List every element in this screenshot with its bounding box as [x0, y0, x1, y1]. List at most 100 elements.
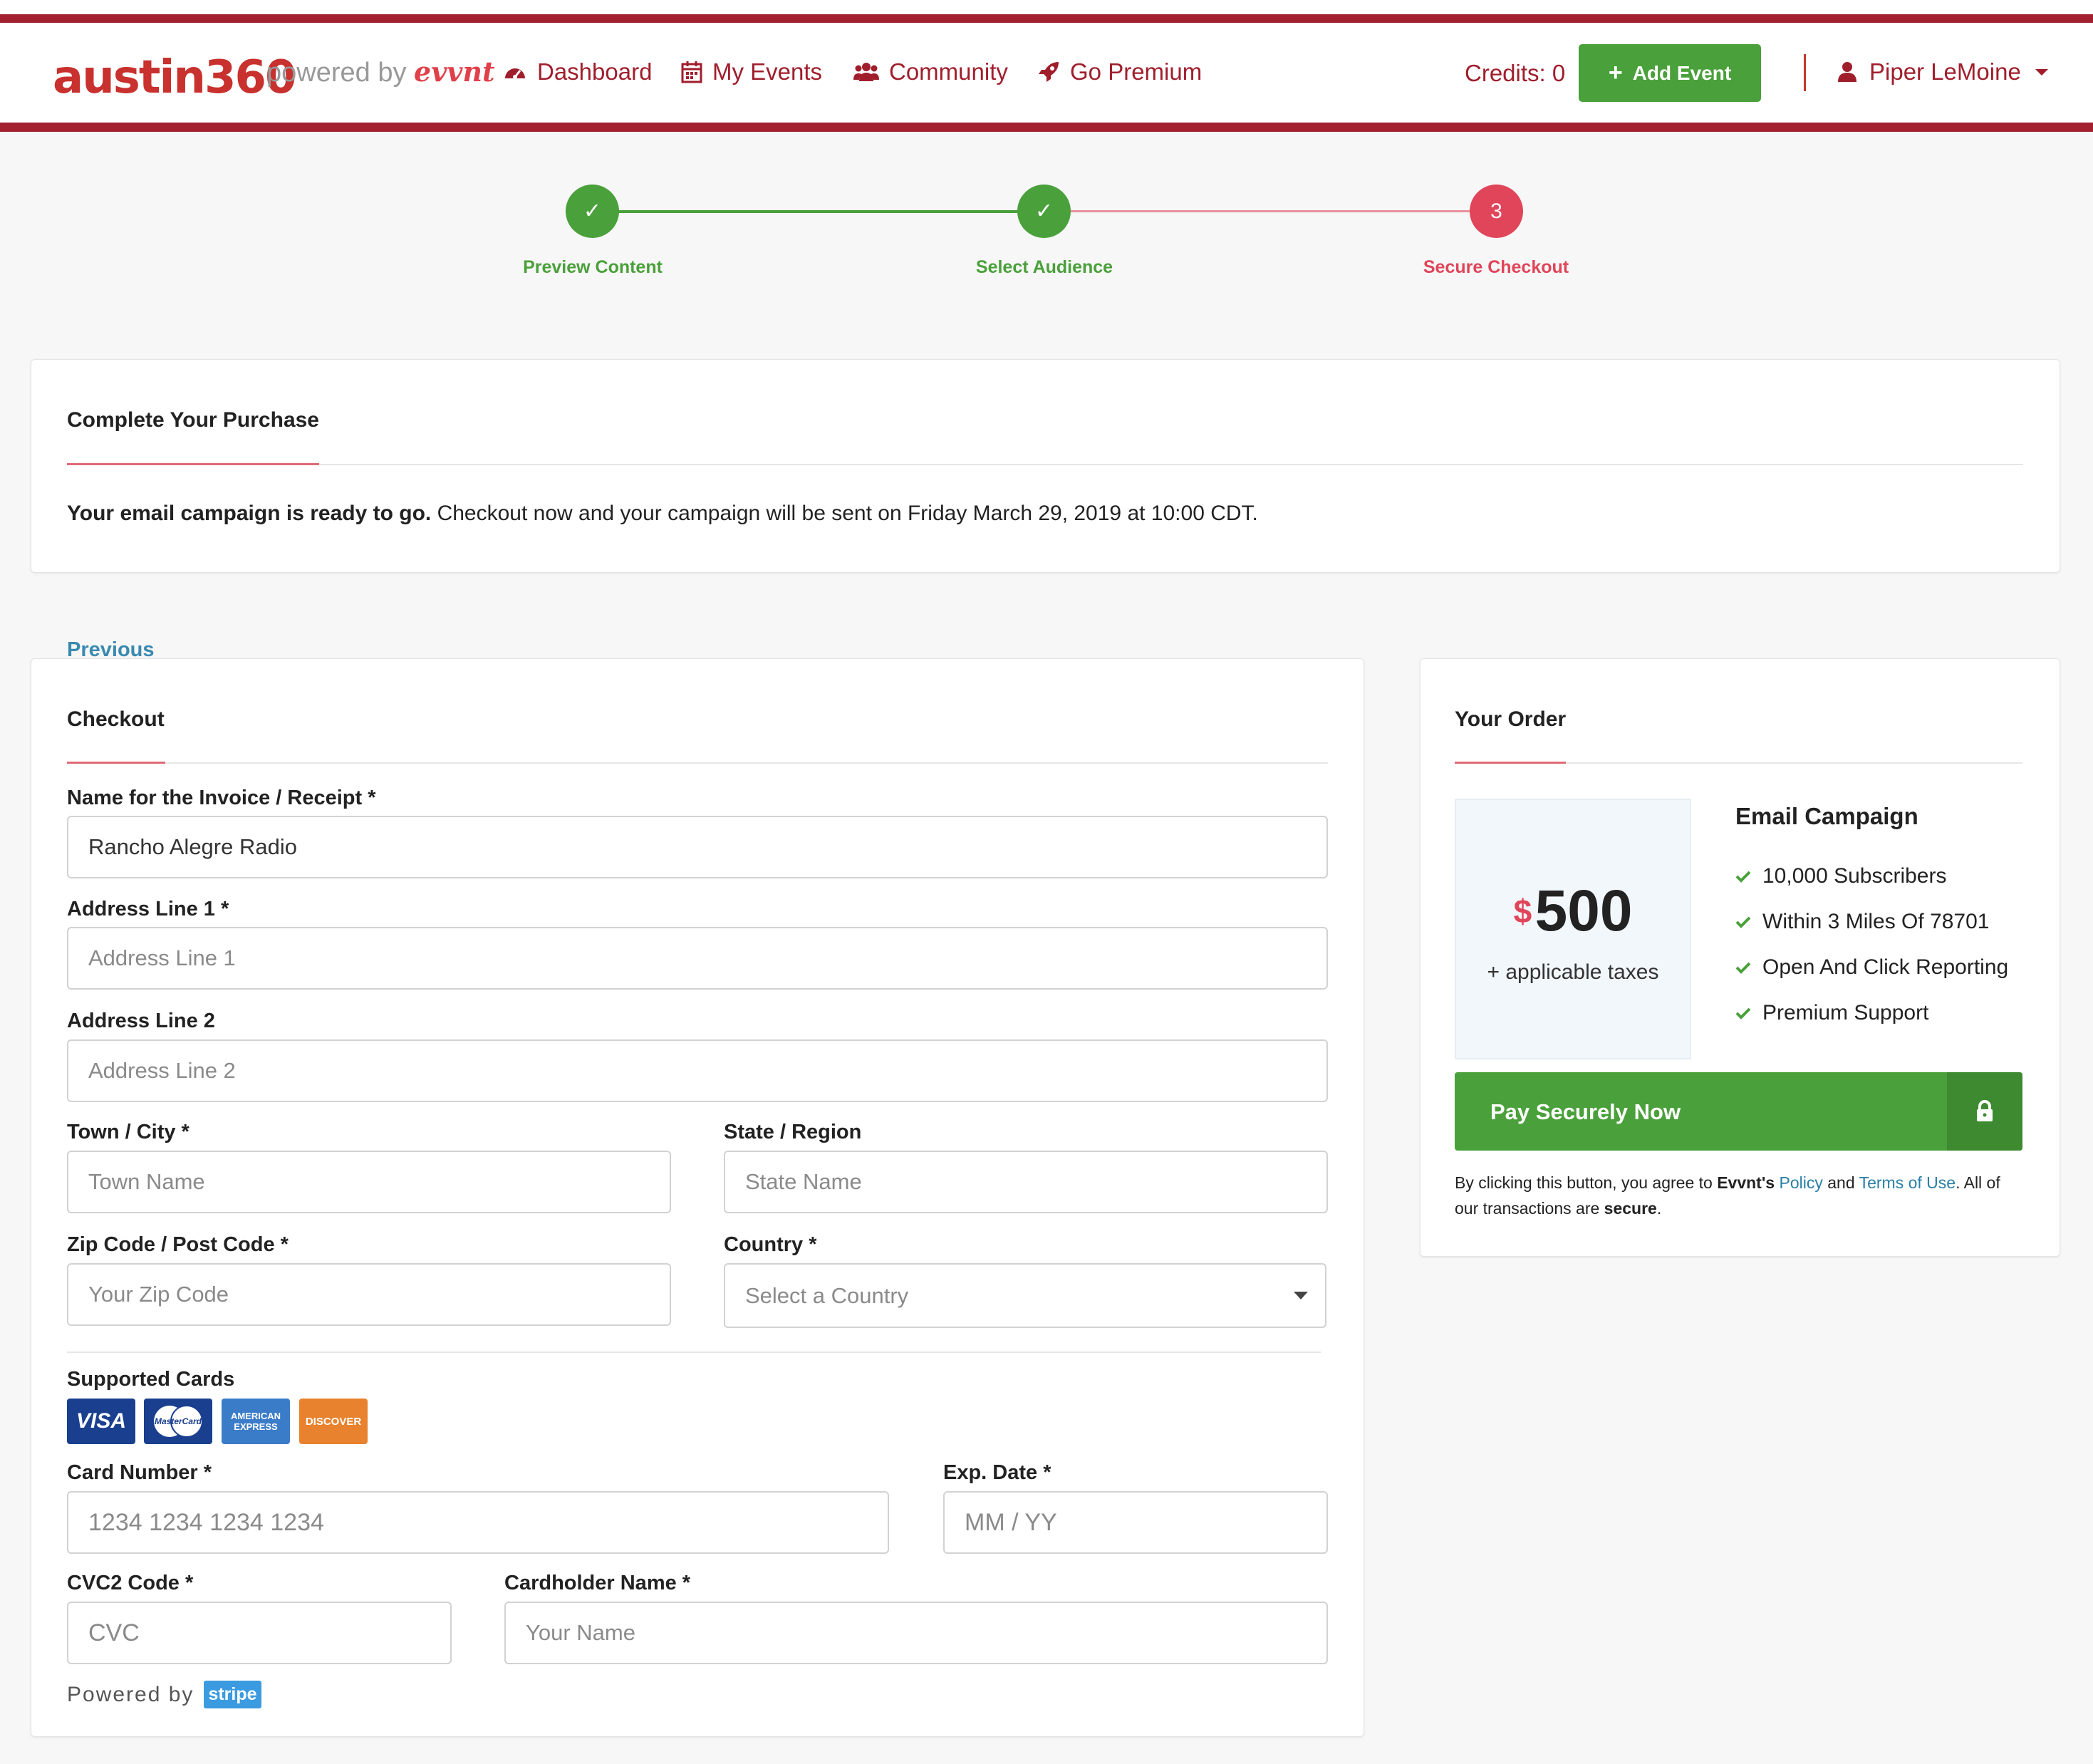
- nav-my-events-label: My Events: [712, 58, 823, 85]
- users-icon: [853, 63, 879, 81]
- step-connector-1: [618, 210, 1017, 213]
- city-input[interactable]: Town Name: [67, 1151, 671, 1213]
- exp-date-input[interactable]: MM / YY: [943, 1491, 1328, 1554]
- zip-input[interactable]: Your Zip Code: [67, 1263, 671, 1326]
- cards-divider: [67, 1351, 1321, 1353]
- discover-card-logo: DISCOVER: [299, 1399, 368, 1444]
- country-select-value: Select a Country: [745, 1282, 909, 1308]
- add-event-button[interactable]: + Add Event: [1579, 44, 1761, 102]
- check-icon: [1735, 916, 1751, 928]
- invoice-name-input[interactable]: Rancho Alegre Radio: [67, 816, 1328, 878]
- credits-counter: Credits: 0: [1465, 60, 1566, 86]
- plus-icon: +: [1608, 59, 1623, 86]
- invoice-name-label: Name for the Invoice / Receipt *: [67, 787, 376, 809]
- discover-text: DISCOVER: [305, 1415, 362, 1428]
- step-connector-2: [1071, 210, 1470, 212]
- visa-card-logo: VISA: [67, 1399, 135, 1444]
- terms-part-1: By clicking this button, you agree to: [1455, 1173, 1718, 1192]
- nav-go-premium-label: Go Premium: [1070, 58, 1203, 85]
- state-label: State / Region: [724, 1121, 862, 1143]
- purchase-message-bold: Your email campaign is ready to go.: [67, 502, 432, 525]
- check-icon: [1735, 962, 1751, 974]
- step-2-circle: ✓: [1017, 185, 1071, 238]
- mastercard-text: MasterCard: [154, 1416, 202, 1426]
- pay-button-label: Pay Securely Now: [1490, 1099, 1681, 1124]
- powered-by-text: Powered by: [67, 1682, 194, 1706]
- nav-community[interactable]: Community: [853, 58, 1008, 85]
- currency-symbol: $: [1513, 893, 1532, 930]
- pay-button-lock-area: [1947, 1072, 2022, 1151]
- dashboard-icon: [505, 68, 525, 79]
- chevron-down-icon: [1294, 1292, 1308, 1299]
- card-number-input[interactable]: 1234 1234 1234 1234: [67, 1491, 889, 1554]
- feature-text: Open And Click Reporting: [1762, 955, 2009, 979]
- checkout-title: Checkout: [67, 707, 165, 731]
- step-3-mark: 3: [1490, 199, 1502, 223]
- evvnt-brand: evvnt: [414, 56, 495, 88]
- visa-text: VISA: [76, 1409, 127, 1433]
- zip-label: Zip Code / Post Code *: [67, 1233, 289, 1256]
- add-event-label: Add Event: [1632, 61, 1732, 84]
- state-input[interactable]: State Name: [724, 1151, 1328, 1213]
- nav-my-events[interactable]: My Events: [681, 58, 822, 85]
- feature-item: 10,000 Subscribers: [1735, 864, 1947, 888]
- step-2-label: Select Audience: [975, 257, 1113, 277]
- check-icon: [1735, 1007, 1751, 1020]
- country-label: Country *: [724, 1233, 817, 1256]
- cardholder-input[interactable]: Your Name: [504, 1602, 1328, 1664]
- header-divider: [1804, 54, 1806, 91]
- terms-secure: secure: [1604, 1199, 1657, 1218]
- user-icon: [1838, 62, 1856, 82]
- policy-link[interactable]: Policy: [1780, 1173, 1823, 1192]
- purchase-title-underline: [67, 463, 319, 465]
- cvc-label: CVC2 Code *: [67, 1572, 194, 1594]
- header-top-stripe: [0, 14, 2093, 23]
- terms-brand: Evvnt's: [1717, 1173, 1775, 1192]
- address2-input[interactable]: Address Line 2: [67, 1039, 1328, 1102]
- austin360-logo[interactable]: austin360: [53, 51, 297, 104]
- lock-icon: [1977, 1100, 1993, 1121]
- feature-text: Within 3 Miles Of 78701: [1762, 910, 1990, 933]
- step-2-mark: ✓: [1034, 199, 1054, 223]
- price: $ 500: [1455, 878, 1691, 945]
- header-bottom-stripe: [0, 123, 2093, 132]
- purchase-divider: [67, 464, 2023, 465]
- order-title: Your Order: [1455, 707, 1567, 731]
- feature-item: Premium Support: [1735, 1001, 1928, 1025]
- step-3-label: Secure Checkout: [1423, 257, 1569, 277]
- city-label: Town / City *: [67, 1121, 189, 1143]
- country-select[interactable]: Select a Country: [724, 1263, 1326, 1328]
- purchase-summary-card: [31, 359, 2060, 573]
- check-icon: [1735, 871, 1751, 883]
- calendar-icon: [681, 61, 702, 83]
- feature-text: Premium Support: [1762, 1001, 1929, 1024]
- price-amount: 500: [1534, 878, 1633, 943]
- feature-item: Open And Click Reporting: [1735, 955, 2008, 980]
- rocket-icon: [1039, 62, 1059, 82]
- address1-input[interactable]: Address Line 1: [67, 927, 1328, 990]
- user-name: Piper LeMoine: [1869, 58, 2021, 85]
- feature-item: Within 3 Miles Of 78701: [1735, 910, 1989, 934]
- step-3-circle: 3: [1470, 185, 1523, 238]
- terms-of-use-link[interactable]: Terms of Use: [1859, 1173, 1956, 1192]
- address1-label: Address Line 1 *: [67, 898, 229, 920]
- powered-by-evvnt: powered by evvnt: [266, 56, 495, 88]
- address2-label: Address Line 2: [67, 1010, 215, 1032]
- checkout-divider: [67, 762, 1328, 764]
- feature-text: 10,000 Subscribers: [1762, 864, 1947, 888]
- purchase-message: Your email campaign is ready to go. Chec…: [67, 502, 1258, 526]
- nav-dashboard[interactable]: Dashboard: [503, 58, 652, 85]
- supported-cards-label: Supported Cards: [67, 1368, 235, 1391]
- pay-securely-button[interactable]: Pay Securely Now: [1455, 1072, 2022, 1151]
- terms-text: By clicking this button, you agree to Ev…: [1455, 1170, 2025, 1221]
- powered-by-stripe: Powered by stripe: [67, 1681, 261, 1708]
- nav-go-premium[interactable]: Go Premium: [1037, 58, 1202, 85]
- purchase-message-rest: Checkout now and your campaign will be s…: [431, 502, 1258, 525]
- nav-dashboard-label: Dashboard: [537, 58, 653, 85]
- step-1-circle: ✓: [566, 185, 619, 238]
- user-menu[interactable]: Piper LeMoine: [1838, 58, 2048, 85]
- cvc-input[interactable]: CVC: [67, 1602, 452, 1664]
- amex-text: AMERICAN EXPRESS: [230, 1411, 281, 1432]
- applicable-taxes: + applicable taxes: [1487, 960, 1659, 984]
- card-number-label: Card Number *: [67, 1461, 212, 1484]
